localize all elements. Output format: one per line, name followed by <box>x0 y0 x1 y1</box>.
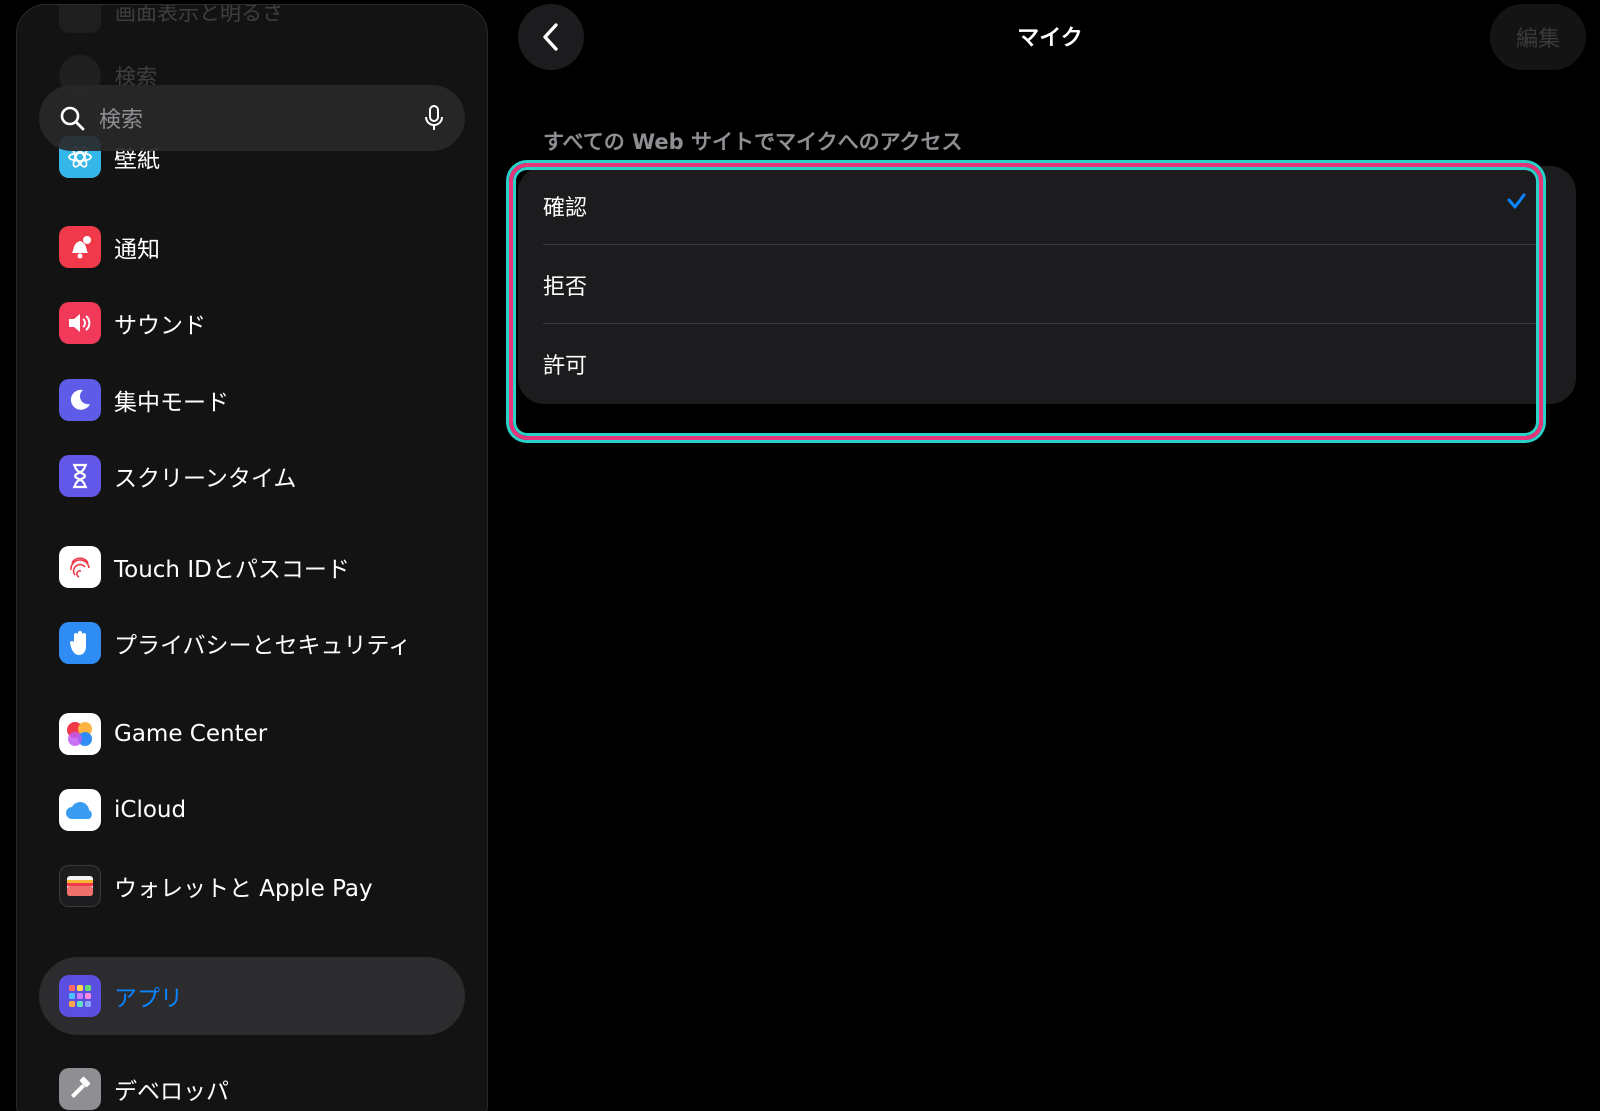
sidebar-item-label: サウンド <box>114 313 206 339</box>
back-button[interactable] <box>518 4 584 70</box>
sidebar-item-game-center[interactable]: Game Center <box>59 711 267 757</box>
search-field[interactable]: 検索 <box>39 85 465 151</box>
page-title: マイク <box>1017 26 1083 51</box>
options-card: 確認 拒否 許可 <box>518 166 1576 404</box>
sidebar-item-icloud[interactable]: iCloud <box>59 787 186 833</box>
option-ask[interactable]: 確認 <box>543 166 1546 245</box>
sidebar-item-focus[interactable]: 集中モード <box>59 377 229 423</box>
sidebar-item-apps[interactable]: アプリ <box>59 973 183 1019</box>
sidebar-item-screen-time[interactable]: スクリーンタイム <box>59 453 296 499</box>
sidebar-item-privacy[interactable]: プライバシーとセキュリティ <box>59 620 411 666</box>
sidebar-item-label: デベロッパ <box>114 1079 229 1105</box>
sidebar-item-label: 集中モード <box>114 390 229 416</box>
option-label: 拒否 <box>543 274 588 300</box>
fingerprint-icon <box>59 546 101 588</box>
sidebar-item-label: iCloud <box>114 797 187 823</box>
apps-grid-icon <box>59 975 101 1017</box>
option-deny[interactable]: 拒否 <box>543 245 1546 324</box>
option-allow[interactable]: 許可 <box>543 324 1546 403</box>
checkmark-icon <box>1507 193 1526 209</box>
sidebar-item-label: 通知 <box>114 237 160 263</box>
option-label: 確認 <box>543 195 588 221</box>
sidebar-item-label: スクリーンタイム <box>114 466 297 492</box>
sidebar-item-sound[interactable]: サウンド <box>59 300 206 346</box>
search-icon <box>60 106 85 131</box>
cloud-icon <box>59 789 101 831</box>
moon-icon <box>59 379 101 421</box>
sidebar-item-touch-id[interactable]: Touch IDとパスコード <box>59 544 350 590</box>
sidebar-item-label: プライバシーとセキュリティ <box>114 633 412 659</box>
sidebar-item-label: 画面表示と明るさ <box>115 4 283 25</box>
sidebar: 画面表示と明るさ 検索 壁紙 検索 通知 サウンド 集中モード スクリーンタイム… <box>16 4 488 1111</box>
section-header: すべての Web サイトでマイクへのアクセス <box>543 130 963 154</box>
sidebar-item-label: ウォレットと Apple Pay <box>114 876 373 902</box>
game-center-icon <box>59 713 101 755</box>
sidebar-item-display[interactable]: 画面表示と明るさ <box>59 4 283 33</box>
sidebar-item-notifications[interactable]: 通知 <box>59 224 160 270</box>
sidebar-item-wallet[interactable]: ウォレットと Apple Pay <box>59 863 373 909</box>
sidebar-item-label: アプリ <box>114 986 183 1012</box>
hand-icon <box>59 622 101 664</box>
chevron-left-icon <box>543 23 558 51</box>
hammer-icon <box>59 1068 101 1110</box>
sun-icon <box>59 5 101 33</box>
option-label: 許可 <box>543 353 588 379</box>
edit-button[interactable]: 編集 <box>1490 4 1586 70</box>
mic-icon[interactable] <box>423 104 445 132</box>
sidebar-item-label: Game Center <box>114 721 268 747</box>
bell-icon <box>59 226 101 268</box>
search-input[interactable]: 検索 <box>99 102 423 134</box>
sidebar-item-developer[interactable]: デベロッパ <box>59 1066 229 1111</box>
wallet-icon <box>59 865 101 907</box>
sidebar-item-label: Touch IDとパスコード <box>114 557 350 583</box>
hourglass-icon <box>59 455 101 497</box>
speaker-icon <box>59 302 101 344</box>
